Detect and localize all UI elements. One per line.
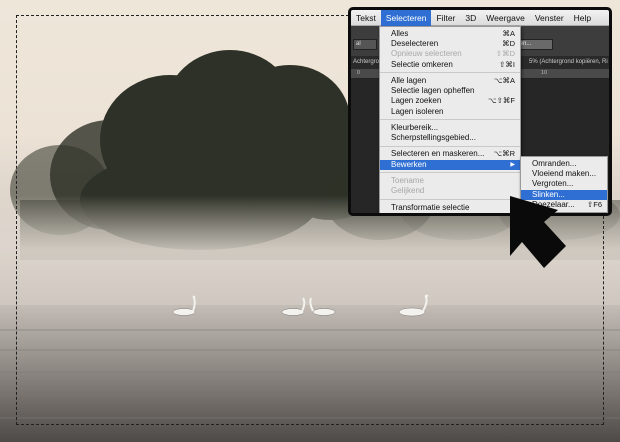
shortcut-label: ⌥⌘R xyxy=(493,149,515,159)
menu-help[interactable]: Help xyxy=(569,10,596,26)
document-tab-title: 5% (Achtergrond kopiëren, Ri xyxy=(529,59,608,65)
menu-separator xyxy=(380,119,520,121)
menu-item-kleurbereik[interactable]: Kleurbereik... xyxy=(380,123,520,133)
shortcut-label: ⌥⇧⌘F xyxy=(487,96,515,106)
menu-item-alles[interactable]: Alles ⌘A xyxy=(380,29,520,39)
submenu-item-omranden[interactable]: Omranden... xyxy=(521,159,607,169)
ruler-tick: 0 xyxy=(357,70,361,76)
menu-item-label: Selectie omkeren xyxy=(391,59,453,69)
menu-venster[interactable]: Venster xyxy=(530,10,569,26)
mode-dropdown[interactable]: al xyxy=(353,39,377,50)
menu-bar: Tekst Selecteren Filter 3D Weergave Venster He… xyxy=(351,10,609,26)
shortcut-label: ⇧F6 xyxy=(586,199,602,209)
submenu-item-vloeiend-maken[interactable]: Vloeiend maken... xyxy=(521,169,607,179)
shortcut-label: ⌥⌘A xyxy=(493,75,515,85)
select-menu-dropdown: Alles ⌘A Deselecteren ⌘D Opnieuw selecteren ⇧… xyxy=(379,26,521,213)
menu-item-label: Selectie lagen opheffen xyxy=(391,86,475,96)
menu-item-label: Scherpstellingsgebied... xyxy=(391,133,476,143)
pointer-arrow-icon xyxy=(510,196,566,268)
menu-separator xyxy=(380,72,520,74)
menu-item-label: Omranden... xyxy=(532,159,577,168)
menu-item-opnieuw-selecteren: Opnieuw selecteren ⇧⌘D xyxy=(380,49,520,59)
menu-separator xyxy=(380,145,520,147)
menu-item-label: Deselecteren xyxy=(391,39,439,49)
menu-weergave[interactable]: Weergave xyxy=(481,10,530,26)
menu-item-lagen-isoleren[interactable]: Lagen isoleren xyxy=(380,107,520,117)
menu-item-toename: Toename xyxy=(380,176,520,186)
submenu-item-vergroten[interactable]: Vergroten... xyxy=(521,179,607,189)
menu-item-label: Lagen zoeken xyxy=(391,96,442,106)
menu-item-selecteren-en-maskeren[interactable]: Selecteren en maskeren... ⌥⌘R xyxy=(380,149,520,159)
menu-item-label: Kleurbereik... xyxy=(391,122,439,132)
menu-item-gelijkend: Gelijkend xyxy=(380,186,520,196)
menu-item-label: Transformatie selectie xyxy=(391,202,470,212)
menu-filter[interactable]: Filter xyxy=(431,10,460,26)
menu-item-scherpstellingsgebied[interactable]: Scherpstellingsgebied... xyxy=(380,133,520,143)
menu-item-label: Vloeiend maken... xyxy=(532,169,597,179)
menu-item-deselecteren[interactable]: Deselecteren ⌘D xyxy=(380,39,520,49)
menu-item-lagen-zoeken[interactable]: Lagen zoeken ⌥⇧⌘F xyxy=(380,96,520,106)
shortcut-label: ⌘A xyxy=(502,29,515,38)
menu-item-label: Vergroten... xyxy=(532,179,574,189)
menu-item-selectie-omkeren[interactable]: Selectie omkeren ⇧⌘I xyxy=(380,60,520,70)
menu-item-label: Gelijkend xyxy=(391,186,425,196)
shortcut-label: ⌘D xyxy=(502,39,515,49)
menu-item-label: Selecteren en maskeren... xyxy=(391,149,485,159)
menu-item-label: Alle lagen xyxy=(391,75,427,85)
menu-selecteren[interactable]: Selecteren xyxy=(380,10,432,26)
menu-item-bewerken[interactable]: Bewerken ▶ xyxy=(380,159,520,170)
menu-item-label: Toename xyxy=(391,176,424,185)
shortcut-label: ⇧⌘D xyxy=(495,49,515,59)
menu-item-selectie-lagen-opheffen[interactable]: Selectie lagen opheffen xyxy=(380,86,520,96)
menu-separator xyxy=(380,172,520,174)
photoshop-window: Tekst Selecteren Filter 3D Weergave Venster He… xyxy=(348,7,612,216)
shortcut-label: ⇧⌘I xyxy=(499,59,515,69)
menu-tekst[interactable]: Tekst xyxy=(351,10,381,26)
submenu-arrow-icon: ▶ xyxy=(510,161,515,168)
menu-item-label: Alles xyxy=(391,29,409,38)
ruler-tick: 10 xyxy=(541,70,548,76)
menu-item-alle-lagen[interactable]: Alle lagen ⌥⌘A xyxy=(380,76,520,86)
menu-3d[interactable]: 3D xyxy=(460,10,481,26)
menu-item-label: Lagen isoleren xyxy=(391,106,444,116)
menu-item-label: Opnieuw selecteren xyxy=(391,49,462,59)
menu-item-label: Bewerken xyxy=(391,159,427,169)
